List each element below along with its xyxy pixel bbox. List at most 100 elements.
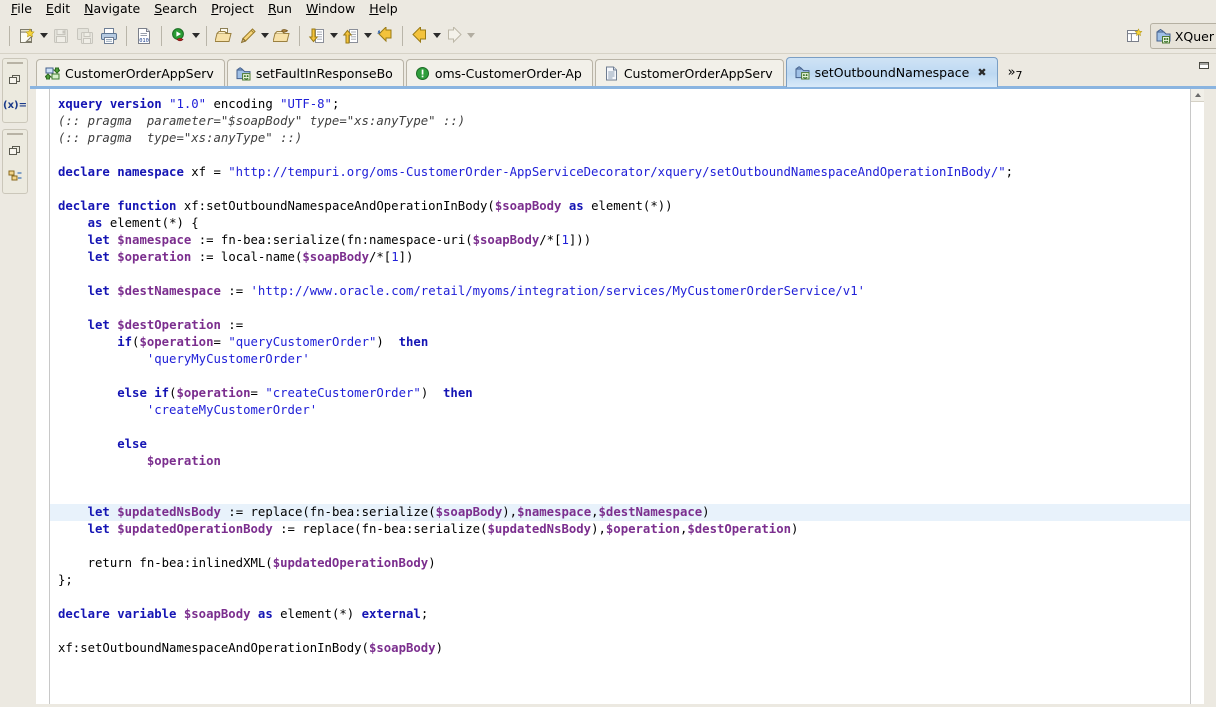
code-token-pln	[251, 607, 258, 621]
search-dropdown-arrow[interactable]	[260, 24, 270, 48]
code-token-pln: xf:setOutboundNamespaceAndOperationInBod…	[58, 641, 369, 655]
editor-right-edge	[1210, 89, 1216, 707]
new-wizard-button[interactable]	[15, 24, 39, 48]
code-token-pln	[58, 437, 117, 451]
error-icon	[415, 66, 430, 81]
fast-view-group-outline	[2, 129, 28, 194]
editor-tab-2[interactable]: oms-CustomerOrder-Ap	[405, 59, 593, 87]
code-token-var: $operation	[176, 386, 251, 400]
print-button[interactable]	[97, 24, 121, 48]
eclipse-window: File Edit Navigate Search Project Run Window He…	[0, 0, 1216, 707]
code-token-str: 'http://www.oracle.com/retail/myoms/inte…	[250, 284, 866, 298]
code-token-str: 'queryMyCustomerOrder'	[146, 352, 310, 366]
editor-tab-4[interactable]: setOutboundNamespace ✖	[785, 57, 998, 87]
search-button[interactable]	[236, 24, 260, 48]
previous-annotation-dropdown-arrow[interactable]	[363, 24, 373, 48]
menu-item-navigate[interactable]: Navigate	[77, 0, 147, 18]
save-all-button[interactable]	[73, 24, 97, 48]
editor-tab-1[interactable]: setFaultInResponseBo	[226, 59, 404, 87]
code-token-var: $namespace	[517, 505, 592, 519]
rail-grip[interactable]	[7, 133, 23, 135]
code-token-kw: let	[87, 250, 110, 264]
variables-view-glyph: (x)=	[3, 99, 27, 111]
code-token-pln	[58, 233, 88, 247]
code-token-str: "createCustomerOrder"	[265, 386, 421, 400]
code-token-str: "http://tempuri.org/oms-CustomerOrder-Ap…	[228, 165, 1006, 179]
run-button[interactable]	[167, 24, 191, 48]
open-perspective-icon[interactable]	[1122, 23, 1148, 49]
code-token-cmt: (:: pragma parameter="$soapBody" type="x…	[58, 114, 466, 128]
code-token-str: "1.0"	[169, 97, 207, 111]
menu-item-help[interactable]: Help	[362, 0, 405, 18]
code-token-kw: declare namespace	[58, 165, 184, 179]
code-token-pln	[58, 454, 147, 468]
new-wizard-dropdown-arrow[interactable]	[39, 24, 49, 48]
code-token-var: $operation	[146, 454, 221, 468]
binary-view-button[interactable]: 010	[132, 24, 156, 48]
code-token-pln: :=	[220, 318, 244, 332]
code-token-pln	[58, 403, 147, 417]
restore-view-icon[interactable]	[3, 68, 27, 92]
menu-item-file[interactable]: File	[4, 0, 39, 18]
code-token-var: $soapBody	[368, 641, 436, 655]
code-token-pln: ),	[502, 505, 518, 519]
code-token-pln	[162, 97, 169, 111]
maximize-editor-button[interactable]	[1196, 58, 1212, 72]
code-token-kw: as	[87, 216, 103, 230]
code-token-pln: xf =	[183, 165, 229, 179]
editor-area: CustomerOrderAppServ setFaultInResponseBo…	[30, 54, 1216, 707]
code-text-area[interactable]: xquery version "1.0" encoding "UTF-8"; (…	[50, 89, 1204, 707]
editor-tab-label: setOutboundNamespace	[814, 65, 970, 80]
open-resource-button[interactable]	[212, 24, 236, 48]
fast-view-rail: (x)=	[0, 54, 30, 707]
rail-grip[interactable]	[7, 62, 23, 64]
perspective-bar: XQuer	[1122, 18, 1216, 54]
code-token-kw: then	[398, 335, 429, 349]
run-dropdown-arrow[interactable]	[191, 24, 201, 48]
perspective-tab-xquery[interactable]: XQuer	[1149, 23, 1216, 49]
code-token-kw: let	[87, 505, 110, 519]
open-type-button[interactable]	[270, 24, 294, 48]
tab-overflow-chevron[interactable]: » 7	[1008, 65, 1023, 82]
menu-item-run[interactable]: Run	[261, 0, 299, 18]
previous-annotation-button[interactable]	[339, 24, 363, 48]
variables-view-icon[interactable]: (x)=	[3, 93, 27, 117]
back-button[interactable]	[408, 24, 432, 48]
outline-view-icon[interactable]	[3, 164, 27, 188]
editor-tab-label: setFaultInResponseBo	[255, 66, 393, 81]
menu-item-project[interactable]: Project	[204, 0, 261, 18]
tab-overflow-count: 7	[1015, 69, 1023, 82]
editor-tab-0[interactable]: CustomerOrderAppServ	[36, 59, 225, 87]
toolbar-separator	[9, 25, 10, 46]
last-edit-location-button[interactable]	[373, 24, 397, 48]
close-icon[interactable]: ✖	[977, 66, 986, 79]
code-token-var: $operation	[139, 335, 214, 349]
code-token-cmt: (:: pragma type="xs:anyType" ::)	[58, 131, 303, 145]
editor-tab-3[interactable]: CustomerOrderAppServ	[594, 59, 784, 87]
next-annotation-dropdown-arrow[interactable]	[329, 24, 339, 48]
menu-item-search[interactable]: Search	[147, 0, 204, 18]
code-token-pln: =	[250, 386, 266, 400]
restore-view-icon[interactable]	[3, 139, 27, 163]
code-token-kw: declare function	[58, 199, 177, 213]
code-token-pln	[58, 352, 147, 366]
forward-dropdown-arrow[interactable]	[466, 24, 476, 48]
code-token-pln: return fn-bea:inlinedXML(	[58, 556, 273, 570]
forward-button[interactable]	[442, 24, 466, 48]
save-button[interactable]	[49, 24, 73, 48]
code-token-pln	[58, 216, 88, 230]
code-token-pln: element(*) {	[102, 216, 199, 230]
menu-item-window[interactable]: Window	[299, 0, 362, 18]
next-annotation-button[interactable]	[305, 24, 329, 48]
code-editor[interactable]: xquery version "1.0" encoding "UTF-8"; (…	[36, 89, 1204, 707]
code-token-kw: let	[87, 318, 110, 332]
code-token-pln: := fn-bea:serialize(fn:namespace-uri(	[191, 233, 473, 247]
xquery-perspective-icon	[1156, 28, 1171, 43]
code-token-num: 1	[391, 250, 399, 264]
source-code[interactable]: xquery version "1.0" encoding "UTF-8"; (…	[50, 89, 1204, 657]
editor-gutter[interactable]	[36, 89, 50, 707]
code-token-pln	[58, 522, 88, 536]
back-dropdown-arrow[interactable]	[432, 24, 442, 48]
code-token-pln	[58, 284, 88, 298]
menu-item-edit[interactable]: Edit	[39, 0, 77, 18]
